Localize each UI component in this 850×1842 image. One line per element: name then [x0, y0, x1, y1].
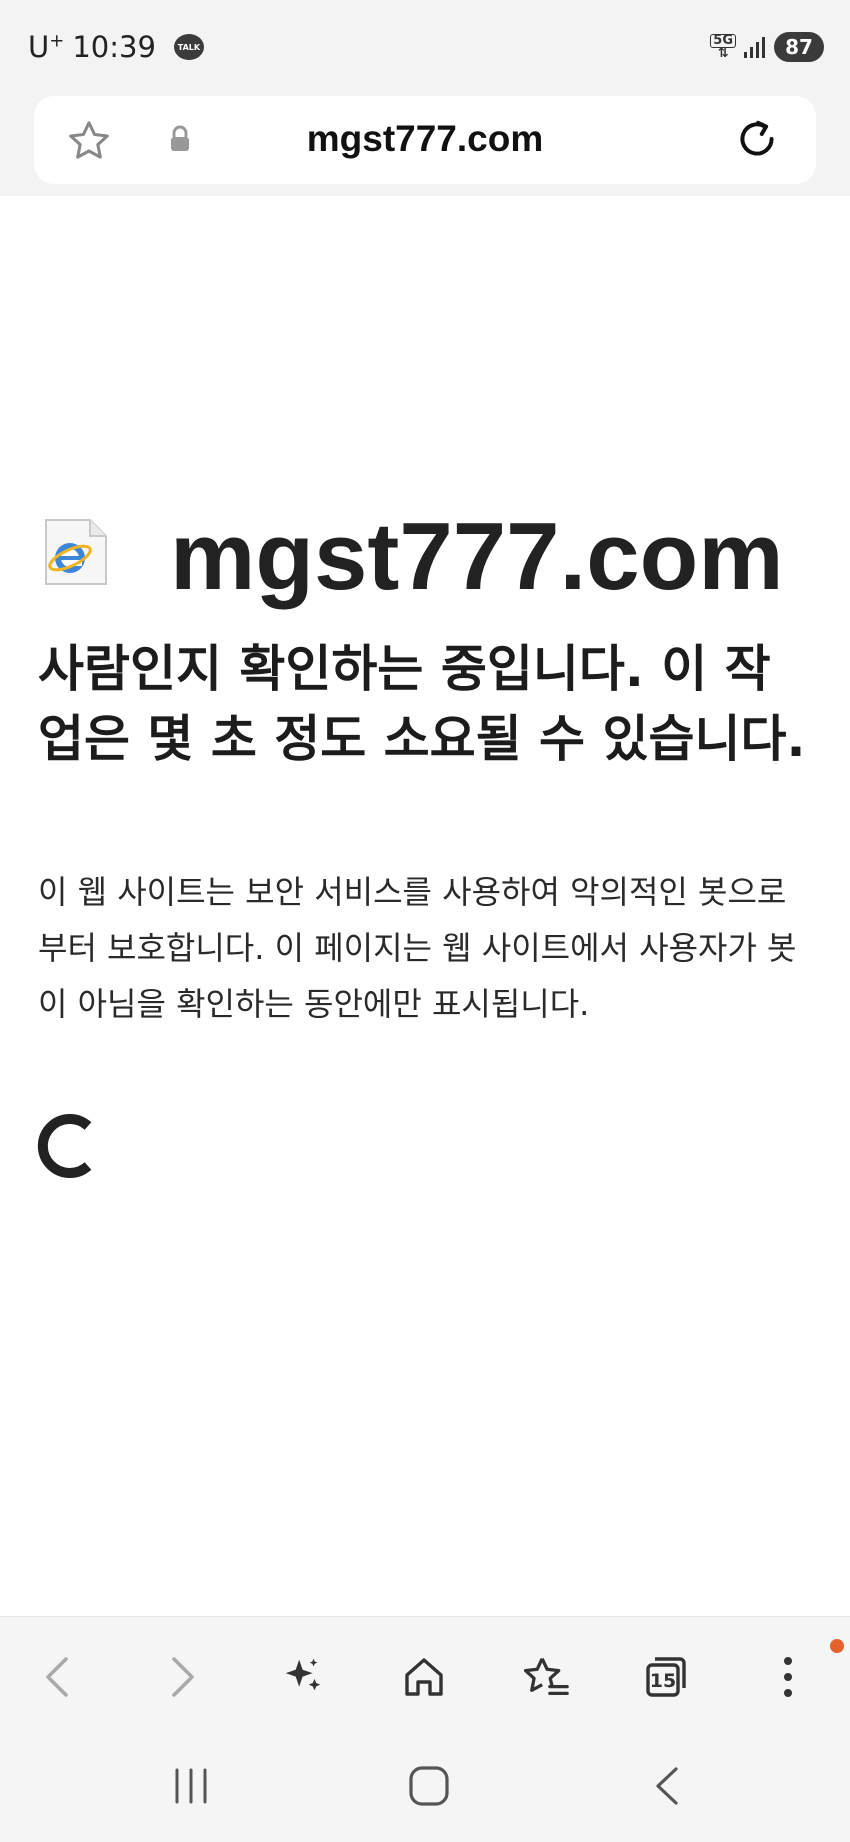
- system-navigation-bar: [0, 1730, 850, 1842]
- site-name-heading: mgst777.com: [170, 503, 784, 610]
- recent-apps-button[interactable]: [156, 1754, 226, 1818]
- recent-apps-icon: [175, 1768, 207, 1804]
- tabs-button[interactable]: 15: [636, 1647, 696, 1707]
- url-bar[interactable]: mgst777.com: [34, 96, 816, 184]
- battery-indicator: 87: [774, 32, 824, 62]
- back-button[interactable]: [28, 1647, 88, 1707]
- kakaotalk-icon: TALK: [173, 34, 204, 60]
- back-icon: [46, 1657, 68, 1697]
- carrier-label: U+: [28, 30, 65, 64]
- signal-icon: [744, 37, 765, 58]
- bookmarks-icon: [523, 1658, 569, 1695]
- verification-headline: 사람인지 확인하는 중입니다. 이 작업은 몇 초 정도 소요될 수 있습니다.: [38, 640, 806, 768]
- status-time: 10:39: [72, 30, 156, 64]
- status-right: 5G ⇅ 87: [710, 32, 824, 62]
- more-menu-button[interactable]: [758, 1647, 818, 1707]
- internet-explorer-icon: [45, 519, 107, 585]
- ai-assistant-button[interactable]: [273, 1647, 333, 1707]
- more-icon: [784, 1657, 792, 1697]
- home-nav-icon: [409, 1766, 449, 1806]
- notification-dot: [830, 1639, 844, 1653]
- status-left: U+ 10:39 TALK: [28, 30, 204, 64]
- back-nav-icon: [656, 1767, 678, 1805]
- url-bar-container: mgst777.com: [0, 96, 850, 196]
- bookmarks-button[interactable]: [516, 1647, 576, 1707]
- ai-sparkle-icon: [285, 1658, 321, 1691]
- network-5g-icon: 5G ⇅: [710, 34, 736, 60]
- home-nav-button[interactable]: [394, 1754, 464, 1818]
- forward-button[interactable]: [152, 1647, 212, 1707]
- page-content: mgst777.com 사람인지 확인하는 중입니다. 이 작업은 몇 초 정도…: [0, 196, 850, 1616]
- home-button[interactable]: [394, 1647, 454, 1707]
- status-bar: U+ 10:39 TALK 5G ⇅ 87: [0, 0, 850, 96]
- browser-toolbar: 15: [0, 1616, 850, 1730]
- verification-description: 이 웹 사이트는 보안 서비스를 사용하여 악의적인 봇으로부터 보호합니다. …: [38, 873, 797, 1023]
- back-nav-button[interactable]: [632, 1754, 702, 1818]
- forward-icon: [172, 1657, 194, 1697]
- home-icon: [405, 1658, 443, 1696]
- reload-icon[interactable]: [732, 114, 782, 164]
- url-text[interactable]: mgst777.com: [34, 118, 816, 160]
- loading-spinner-icon: [37, 1114, 92, 1178]
- tab-count: 15: [649, 1670, 677, 1692]
